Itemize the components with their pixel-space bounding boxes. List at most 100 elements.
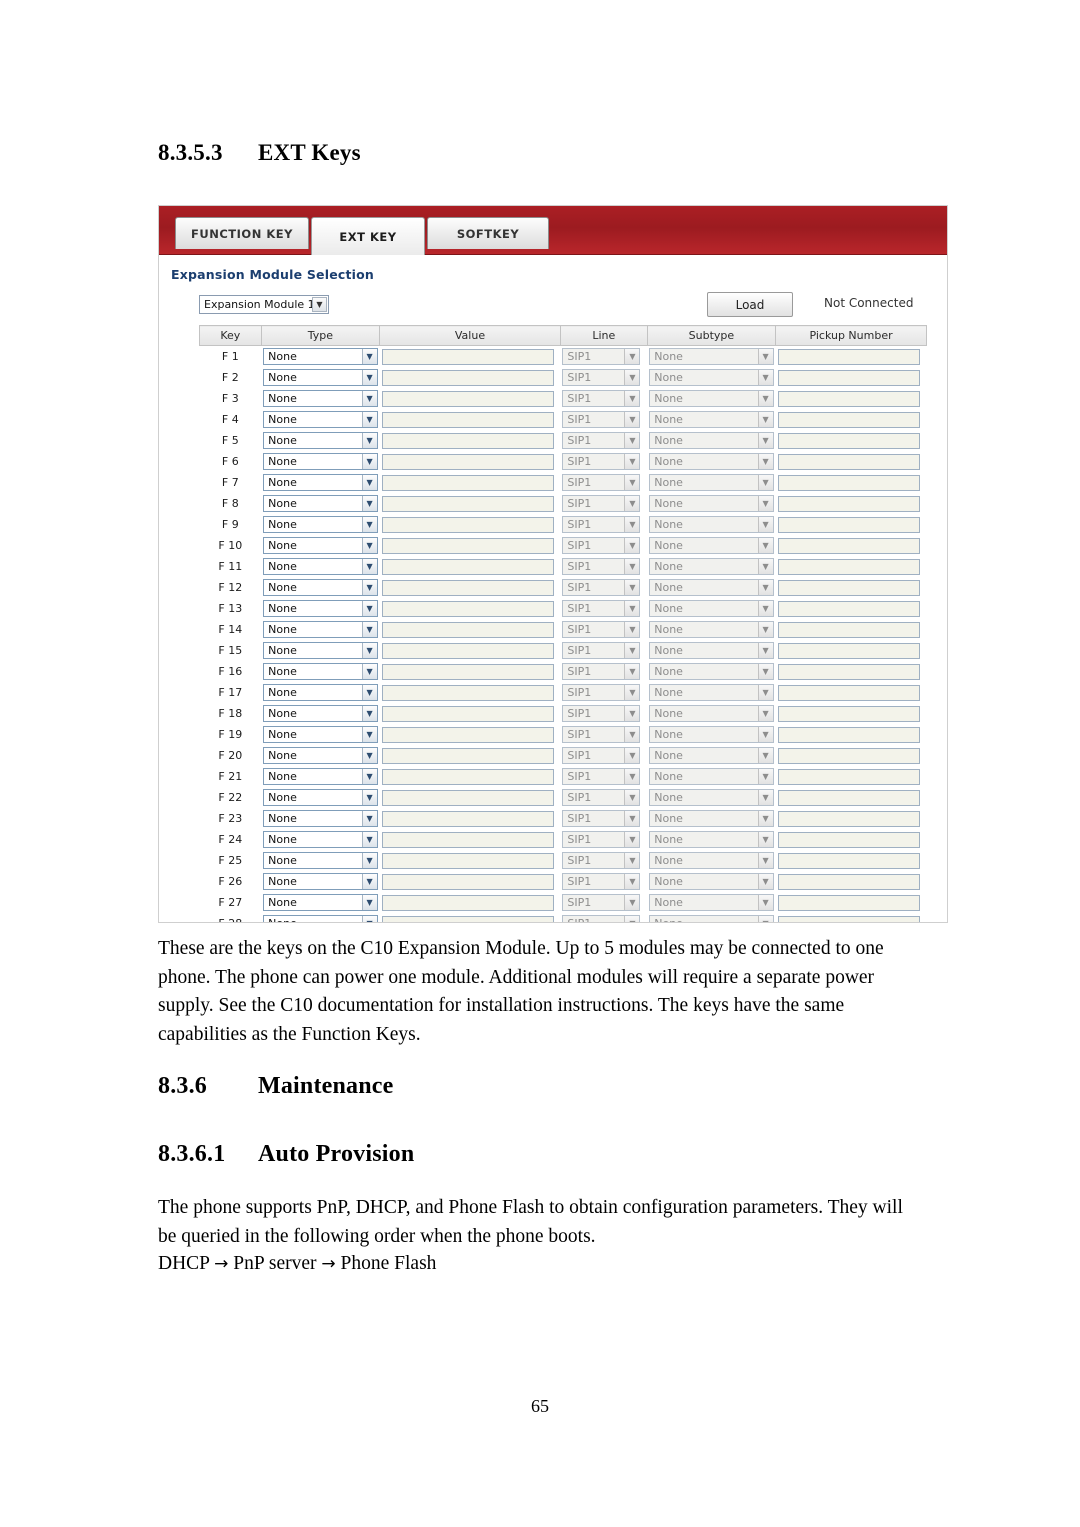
chevron-down-icon[interactable]: ▼ bbox=[361, 391, 377, 406]
type-select[interactable]: None ▼ bbox=[263, 621, 378, 638]
type-select[interactable]: None ▼ bbox=[263, 915, 378, 922]
type-select[interactable]: None ▼ bbox=[263, 390, 378, 407]
type-select[interactable]: None ▼ bbox=[263, 600, 378, 617]
pickup-number-input[interactable] bbox=[777, 747, 920, 764]
chevron-down-icon[interactable]: ▼ bbox=[624, 475, 640, 490]
value-input[interactable] bbox=[381, 348, 554, 365]
chevron-down-icon[interactable]: ▼ bbox=[361, 685, 377, 700]
chevron-down-icon[interactable]: ▼ bbox=[757, 622, 773, 637]
chevron-down-icon[interactable]: ▼ bbox=[624, 916, 640, 922]
value-input[interactable] bbox=[381, 369, 554, 386]
value-input[interactable] bbox=[381, 516, 554, 533]
chevron-down-icon[interactable]: ▼ bbox=[361, 664, 377, 679]
chevron-down-icon[interactable]: ▼ bbox=[624, 370, 640, 385]
tab-function-key[interactable]: FUNCTION KEY bbox=[175, 217, 309, 249]
pickup-number-input[interactable] bbox=[777, 789, 920, 806]
line-select[interactable]: SIP1 ▼ bbox=[562, 768, 641, 785]
subtype-select[interactable]: None ▼ bbox=[649, 810, 774, 827]
subtype-select[interactable]: None ▼ bbox=[649, 495, 774, 512]
chevron-down-icon[interactable]: ▼ bbox=[624, 874, 640, 889]
type-select[interactable]: None ▼ bbox=[263, 453, 378, 470]
chevron-down-icon[interactable]: ▼ bbox=[361, 622, 377, 637]
type-select[interactable]: None ▼ bbox=[263, 516, 378, 533]
value-input[interactable] bbox=[381, 894, 554, 911]
chevron-down-icon[interactable]: ▼ bbox=[361, 580, 377, 595]
chevron-down-icon[interactable]: ▼ bbox=[361, 832, 377, 847]
pickup-number-input[interactable] bbox=[777, 411, 920, 428]
chevron-down-icon[interactable]: ▼ bbox=[757, 685, 773, 700]
value-input[interactable] bbox=[381, 810, 554, 827]
type-select[interactable]: None ▼ bbox=[263, 663, 378, 680]
type-select[interactable]: None ▼ bbox=[263, 810, 378, 827]
line-select[interactable]: SIP1 ▼ bbox=[562, 831, 641, 848]
value-input[interactable] bbox=[381, 411, 554, 428]
type-select[interactable]: None ▼ bbox=[263, 537, 378, 554]
pickup-number-input[interactable] bbox=[777, 705, 920, 722]
pickup-number-input[interactable] bbox=[777, 432, 920, 449]
pickup-number-input[interactable] bbox=[777, 474, 920, 491]
pickup-number-input[interactable] bbox=[777, 810, 920, 827]
type-select[interactable]: None ▼ bbox=[263, 747, 378, 764]
subtype-select[interactable]: None ▼ bbox=[649, 663, 774, 680]
type-select[interactable]: None ▼ bbox=[263, 579, 378, 596]
chevron-down-icon[interactable]: ▼ bbox=[757, 454, 773, 469]
chevron-down-icon[interactable]: ▼ bbox=[757, 538, 773, 553]
chevron-down-icon[interactable]: ▼ bbox=[757, 916, 773, 922]
pickup-number-input[interactable] bbox=[777, 600, 920, 617]
pickup-number-input[interactable] bbox=[777, 516, 920, 533]
type-select[interactable]: None ▼ bbox=[263, 642, 378, 659]
chevron-down-icon[interactable]: ▼ bbox=[757, 790, 773, 805]
chevron-down-icon[interactable]: ▼ bbox=[624, 832, 640, 847]
chevron-down-icon[interactable]: ▼ bbox=[361, 475, 377, 490]
value-input[interactable] bbox=[381, 600, 554, 617]
chevron-down-icon[interactable]: ▼ bbox=[624, 454, 640, 469]
value-input[interactable] bbox=[381, 390, 554, 407]
type-select[interactable]: None ▼ bbox=[263, 684, 378, 701]
value-input[interactable] bbox=[381, 789, 554, 806]
value-input[interactable] bbox=[381, 432, 554, 449]
type-select[interactable]: None ▼ bbox=[263, 873, 378, 890]
type-select[interactable]: None ▼ bbox=[263, 789, 378, 806]
chevron-down-icon[interactable]: ▼ bbox=[361, 853, 377, 868]
pickup-number-input[interactable] bbox=[777, 642, 920, 659]
chevron-down-icon[interactable]: ▼ bbox=[757, 895, 773, 910]
pickup-number-input[interactable] bbox=[777, 621, 920, 638]
subtype-select[interactable]: None ▼ bbox=[649, 579, 774, 596]
chevron-down-icon[interactable]: ▼ bbox=[624, 517, 640, 532]
value-input[interactable] bbox=[381, 831, 554, 848]
chevron-down-icon[interactable]: ▼ bbox=[624, 559, 640, 574]
chevron-down-icon[interactable]: ▼ bbox=[361, 349, 377, 364]
subtype-select[interactable]: None ▼ bbox=[649, 432, 774, 449]
tab-ext-key[interactable]: EXT KEY bbox=[311, 217, 425, 255]
chevron-down-icon[interactable]: ▼ bbox=[361, 748, 377, 763]
chevron-down-icon[interactable]: ▼ bbox=[757, 391, 773, 406]
type-select[interactable]: None ▼ bbox=[263, 726, 378, 743]
tab-softkey[interactable]: SOFTKEY bbox=[427, 217, 549, 249]
value-input[interactable] bbox=[381, 684, 554, 701]
pickup-number-input[interactable] bbox=[777, 537, 920, 554]
line-select[interactable]: SIP1 ▼ bbox=[562, 348, 641, 365]
line-select[interactable]: SIP1 ▼ bbox=[562, 663, 641, 680]
chevron-down-icon[interactable]: ▼ bbox=[624, 538, 640, 553]
value-input[interactable] bbox=[381, 621, 554, 638]
chevron-down-icon[interactable]: ▼ bbox=[757, 727, 773, 742]
subtype-select[interactable]: None ▼ bbox=[649, 558, 774, 575]
subtype-select[interactable]: None ▼ bbox=[649, 369, 774, 386]
subtype-select[interactable]: None ▼ bbox=[649, 642, 774, 659]
line-select[interactable]: SIP1 ▼ bbox=[562, 495, 641, 512]
chevron-down-icon[interactable]: ▼ bbox=[757, 664, 773, 679]
subtype-select[interactable]: None ▼ bbox=[649, 390, 774, 407]
chevron-down-icon[interactable]: ▼ bbox=[624, 601, 640, 616]
chevron-down-icon[interactable]: ▼ bbox=[757, 433, 773, 448]
chevron-down-icon[interactable]: ▼ bbox=[361, 811, 377, 826]
pickup-number-input[interactable] bbox=[777, 663, 920, 680]
value-input[interactable] bbox=[381, 852, 554, 869]
chevron-down-icon[interactable]: ▼ bbox=[757, 412, 773, 427]
pickup-number-input[interactable] bbox=[777, 558, 920, 575]
pickup-number-input[interactable] bbox=[777, 894, 920, 911]
line-select[interactable]: SIP1 ▼ bbox=[562, 873, 641, 890]
line-select[interactable]: SIP1 ▼ bbox=[562, 789, 641, 806]
subtype-select[interactable]: None ▼ bbox=[649, 537, 774, 554]
line-select[interactable]: SIP1 ▼ bbox=[562, 390, 641, 407]
chevron-down-icon[interactable]: ▼ bbox=[624, 706, 640, 721]
